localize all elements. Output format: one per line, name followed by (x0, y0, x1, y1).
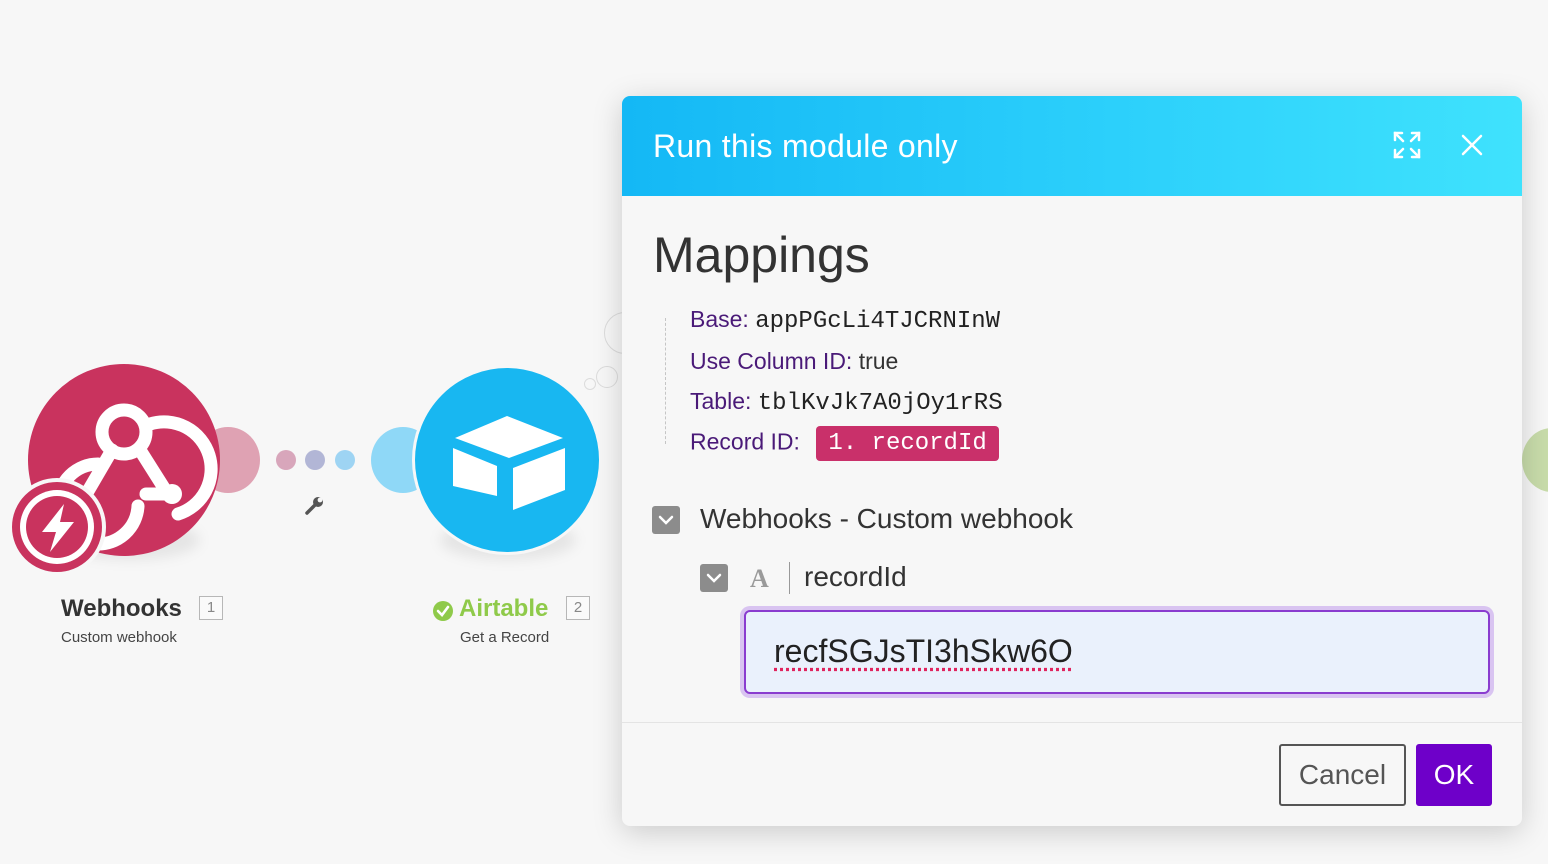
module-title: Airtable (459, 595, 549, 622)
module-number: 1 (199, 596, 223, 620)
chevron-down-icon (706, 573, 722, 583)
mapping-row-record-id: Record ID: 1. recordId (690, 426, 999, 461)
run-module-dialog: Run this module only Mappings Base: appP… (622, 96, 1522, 826)
wrench-icon[interactable] (303, 493, 327, 517)
mapping-key: Use Column ID: (690, 348, 853, 374)
group-label: Webhooks - Custom webhook (700, 503, 1073, 534)
mapping-key: Table: (690, 388, 752, 414)
connection-dot (305, 450, 325, 470)
expand-button[interactable] (1390, 128, 1424, 162)
airtable-icon (453, 416, 565, 510)
airtable-module[interactable] (412, 365, 602, 555)
mapping-value: appPGcLi4TJCRNInW (755, 308, 1001, 335)
dialog-title: Run this module only (653, 128, 958, 164)
ok-button[interactable]: OK (1416, 744, 1492, 806)
bubble-decoration (584, 378, 596, 390)
success-check-icon (433, 601, 453, 621)
text-type-icon: A (750, 564, 769, 593)
record-id-input[interactable]: recfSGJsTI3hSkw6O (744, 610, 1490, 694)
instant-trigger-badge (8, 478, 106, 576)
collapse-field-toggle[interactable] (700, 564, 728, 592)
mapping-value: tblKvJk7A0jOy1rRS (757, 390, 1003, 417)
record-id-value: recfSGJsTI3hSkw6O (774, 633, 1073, 669)
type-separator (789, 562, 790, 594)
mapped-variable-pill: 1. recordId (816, 426, 999, 461)
field-label: recordId (804, 561, 907, 592)
cancel-button[interactable]: Cancel (1279, 744, 1406, 806)
mapping-row-base: Base: appPGcLi4TJCRNInW (690, 306, 1000, 335)
mapping-row-table: Table: tblKvJk7A0jOy1rRS (690, 388, 1003, 417)
connection-dot (335, 450, 355, 470)
mappings-heading: Mappings (653, 227, 870, 283)
mapping-value: true (858, 348, 899, 374)
mapping-key: Base: (690, 306, 749, 332)
module-subtitle: Custom webhook (61, 629, 177, 646)
next-module-partial (1522, 428, 1548, 492)
chevron-down-icon (658, 515, 674, 525)
module-number: 2 (566, 596, 590, 620)
expand-icon (1393, 131, 1421, 159)
collapse-group-toggle[interactable] (652, 506, 680, 534)
close-button[interactable] (1455, 128, 1489, 162)
module-subtitle: Get a Record (460, 629, 550, 646)
connection-dot (276, 450, 296, 470)
mapping-tree-line (665, 318, 666, 444)
module-title: Webhooks (61, 595, 182, 622)
close-icon (1461, 134, 1483, 156)
footer-divider (622, 722, 1522, 723)
instant-trigger-icon (42, 504, 74, 552)
mapping-row-use-column: Use Column ID: true (690, 348, 898, 375)
bubble-decoration (596, 366, 618, 388)
mapping-key: Record ID: (690, 428, 800, 455)
dialog-header: Run this module only (622, 96, 1522, 196)
